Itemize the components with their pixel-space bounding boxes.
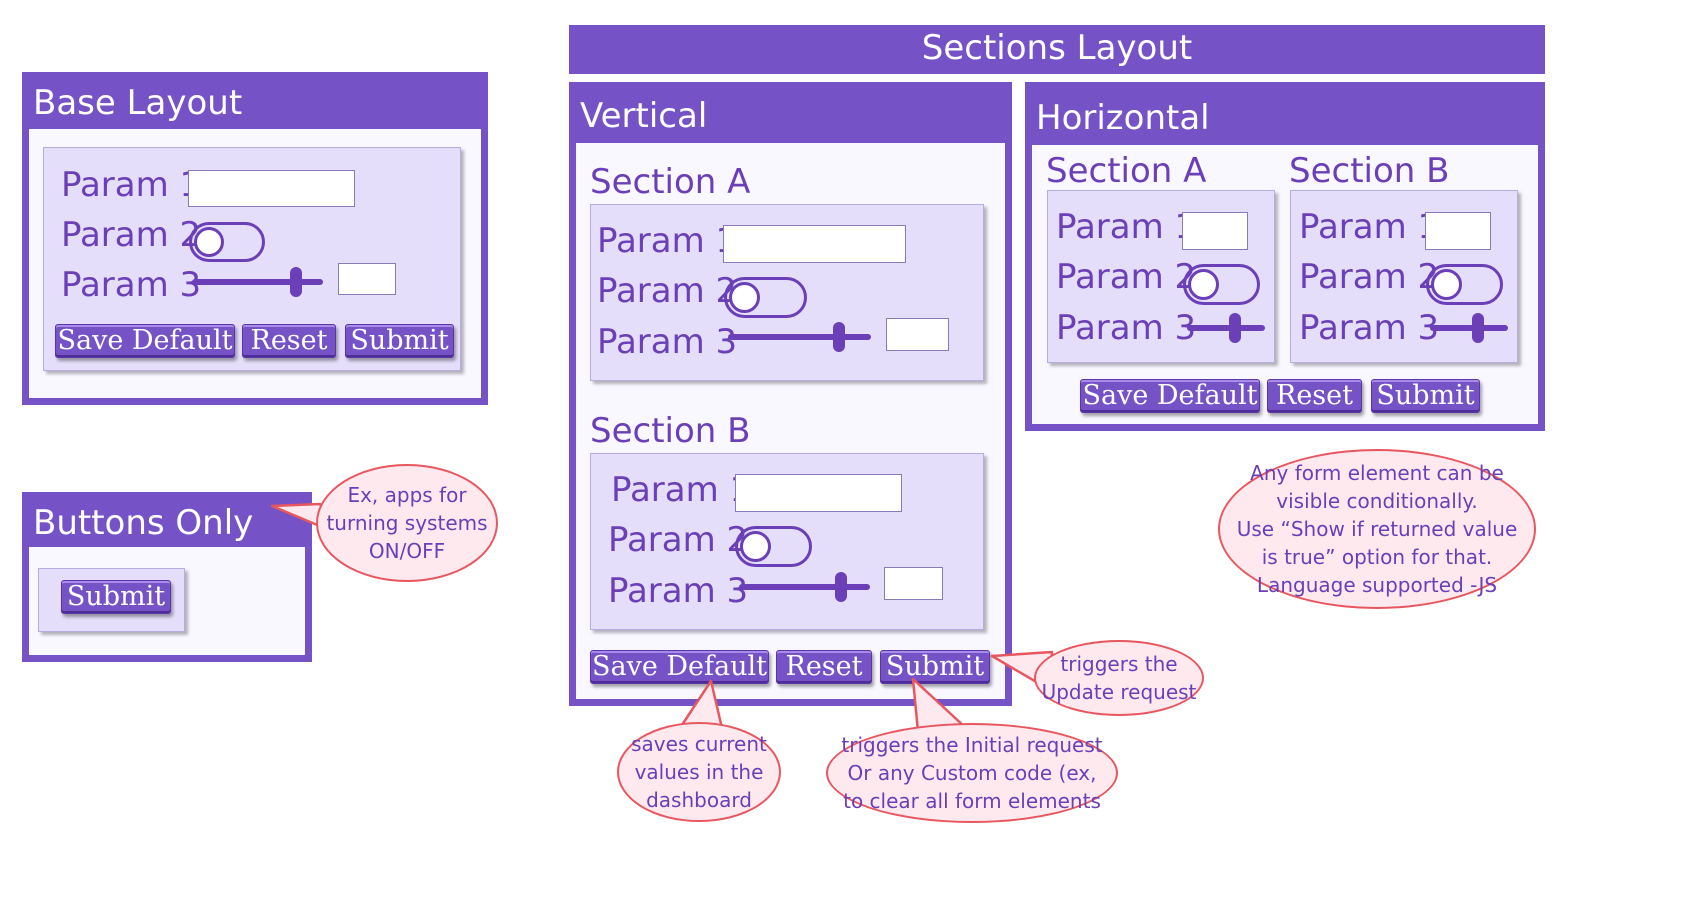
update-request-callout: triggers the Update request xyxy=(1034,640,1204,716)
save-default-callout: saves current values in the dashboard xyxy=(617,722,781,822)
conditional-visibility-callout: Any form element can be visible conditio… xyxy=(1218,449,1536,609)
buttons-only-callout: Ex, apps for turning systems ON/OFF xyxy=(316,464,498,582)
save-default-callout-tail xyxy=(678,679,724,730)
initial-request-callout: triggers the Initial request Or any Cust… xyxy=(826,723,1118,823)
